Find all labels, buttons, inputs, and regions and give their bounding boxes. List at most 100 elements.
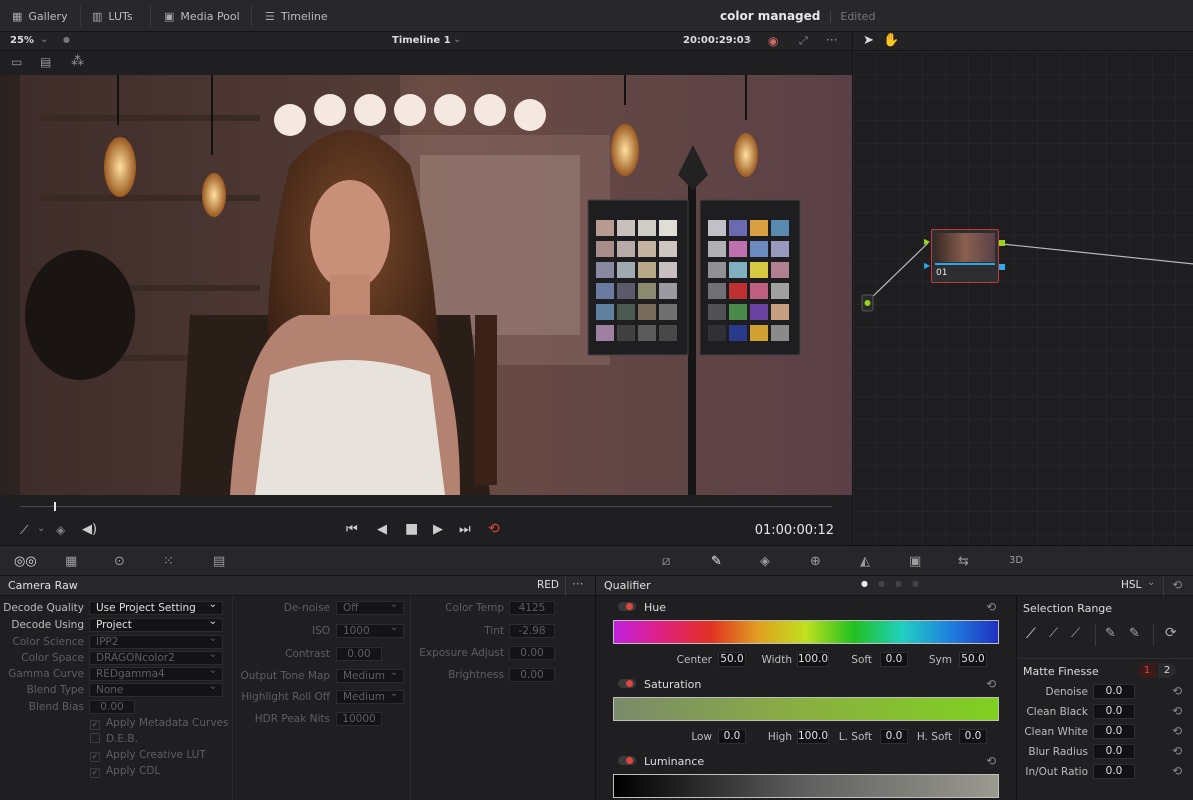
denoise-matte-field[interactable]: 0.0 [1093, 684, 1135, 699]
timeline-button[interactable]: ☰ Timeline [265, 0, 328, 32]
camera-raw-icon[interactable]: ◎◎ [14, 554, 37, 569]
picker-icon[interactable]: ⟋ [1026, 626, 1036, 642]
color-temp-field[interactable]: 4125 [509, 601, 555, 615]
luminance-bar[interactable] [613, 774, 999, 798]
stop-icon[interactable]: ■ [405, 521, 418, 537]
color-node-01[interactable]: 01 [931, 229, 999, 283]
playhead[interactable] [54, 502, 56, 511]
tint-field[interactable]: -2.98 [509, 624, 555, 638]
window-icon[interactable]: ◈ [760, 554, 770, 569]
split-viewer-icon[interactable]: ▤ [40, 55, 51, 69]
apply-metadata-curves-checkbox[interactable]: ✓ Apply Metadata Curves [90, 717, 229, 730]
saturation-bar[interactable] [613, 697, 999, 721]
gamma-curve-dropdown[interactable]: REDgamma4 [89, 665, 223, 681]
decode-using-dropdown[interactable]: Project [89, 616, 223, 632]
page-dot[interactable]: ● [878, 579, 885, 588]
more-options-icon[interactable]: ··· [572, 577, 583, 591]
pointer-icon[interactable]: ➤ [863, 33, 874, 48]
3d-icon[interactable]: 3D [1009, 555, 1023, 566]
skip-to-start-icon[interactable]: ⏮ [346, 522, 358, 537]
qualifier-mode-dropdown[interactable]: HSL [1121, 579, 1141, 591]
loop-icon[interactable]: ⟲ [488, 521, 500, 537]
video-viewer[interactable] [0, 75, 852, 495]
deb-checkbox[interactable]: D.E.B. [90, 733, 138, 745]
layers-icon[interactable]: ◈ [56, 523, 65, 537]
saturation-lsoft-field[interactable]: 0.0 [880, 729, 908, 744]
hdr-peak-nits-field[interactable]: 10000 [336, 712, 382, 726]
scrubber-track[interactable] [20, 506, 832, 507]
key-icon[interactable]: ▣ [909, 554, 921, 569]
clean-black-field[interactable]: 0.0 [1093, 704, 1135, 719]
hue-sym-field[interactable]: 50.0 [959, 652, 987, 667]
feather-plus-icon[interactable]: ✎ [1129, 626, 1140, 641]
hand-icon[interactable]: ✋ [883, 33, 899, 48]
reset-icon[interactable]: ⟲ [986, 754, 996, 768]
node-input-key[interactable]: ▶ [924, 261, 930, 270]
decode-quality-dropdown[interactable]: Use Project Setting [89, 599, 223, 615]
scrubber-bar[interactable] [0, 495, 852, 517]
luts-button[interactable]: ▥ LUTs [92, 0, 133, 32]
hue-width-field[interactable]: 100.0 [797, 652, 829, 667]
reset-icon[interactable]: ⟲ [1172, 764, 1182, 778]
tracker-icon[interactable]: ⊕ [810, 554, 821, 569]
denoise-dropdown[interactable]: Off [336, 599, 404, 615]
chevron-down-icon[interactable]: ⌄ [745, 34, 753, 45]
chevron-down-icon[interactable]: ⌄ [453, 34, 461, 45]
reset-icon[interactable]: ⟲ [1172, 704, 1182, 718]
motion-effects-icon[interactable]: ▤ [213, 554, 225, 569]
curves-icon[interactable]: ⧄ [662, 554, 670, 569]
page-dot[interactable]: ● [895, 579, 902, 588]
apply-cdl-checkbox[interactable]: ✓ Apply CDL [90, 765, 160, 778]
magic-wand-icon[interactable]: ⁂ [71, 54, 84, 69]
feather-minus-icon[interactable]: ✎ [1105, 626, 1116, 641]
reset-icon[interactable]: ⟲ [1172, 684, 1182, 698]
page-dot[interactable]: ● [912, 579, 919, 588]
node-output-key[interactable] [999, 264, 1005, 270]
reset-icon[interactable]: ⟲ [1172, 744, 1182, 758]
chevron-down-icon[interactable]: ⌄ [1147, 577, 1155, 588]
matte-tab-2[interactable]: 2 [1158, 663, 1176, 678]
node-editor[interactable]: 01 ▶ ▶ [852, 51, 1193, 545]
timeline-selector[interactable]: Timeline 1 [392, 35, 451, 46]
page-dot-active[interactable]: ● [861, 579, 868, 588]
play-icon[interactable]: ▶ [433, 522, 443, 537]
hue-center-field[interactable]: 50.0 [718, 652, 746, 667]
color-space-dropdown[interactable]: DRAGONcolor2 [89, 649, 223, 665]
invert-icon[interactable]: ⟳ [1165, 625, 1177, 641]
skip-to-end-icon[interactable]: ⏭ [459, 522, 471, 537]
chevron-down-icon[interactable]: ⌄ [37, 523, 45, 534]
in-out-ratio-field[interactable]: 0.0 [1093, 764, 1135, 779]
color-science-dropdown[interactable]: IPP2 [89, 633, 223, 649]
brightness-field[interactable]: 0.00 [509, 668, 555, 682]
reset-icon[interactable]: ⟲ [1172, 724, 1182, 738]
rgb-mixer-icon[interactable]: ⁙ [163, 554, 174, 569]
fullscreen-icon[interactable]: ⤢ [799, 34, 808, 48]
reset-icon[interactable]: ⟲ [1172, 578, 1182, 592]
node-input-rgb[interactable]: ▶ [924, 237, 930, 246]
eyedropper-icon[interactable]: ⟋ [20, 523, 28, 538]
color-wheel-icon[interactable]: ◉ [768, 34, 778, 48]
step-back-icon[interactable]: ◀ [377, 522, 387, 537]
clean-white-field[interactable]: 0.0 [1093, 724, 1135, 739]
matte-tab-1[interactable]: 1 [1138, 663, 1156, 678]
sizing-icon[interactable]: ⇆ [958, 554, 969, 569]
picker-minus-icon[interactable]: ⟋ [1049, 626, 1058, 641]
saturation-low-field[interactable]: 0.0 [718, 729, 746, 744]
exposure-adjust-field[interactable]: 0.00 [509, 646, 555, 660]
saturation-toggle[interactable] [618, 679, 636, 688]
qualifier-icon[interactable]: ✎ [711, 554, 722, 569]
reset-icon[interactable]: ⟲ [986, 600, 996, 614]
hue-bar[interactable] [613, 620, 999, 644]
output-tone-map-dropdown[interactable]: Medium [336, 667, 404, 683]
speaker-icon[interactable]: ◀) [82, 522, 97, 537]
reset-icon[interactable]: ⟲ [986, 677, 996, 691]
iso-dropdown[interactable]: 1000 [336, 622, 404, 638]
blur-radius-field[interactable]: 0.0 [1093, 744, 1135, 759]
apply-creative-lut-checkbox[interactable]: ✓ Apply Creative LUT [90, 749, 206, 762]
highlight-roll-off-dropdown[interactable]: Medium [336, 688, 404, 704]
node-output-rgb[interactable] [999, 240, 1005, 246]
color-match-icon[interactable]: ▦ [65, 554, 77, 569]
gallery-button[interactable]: ▦ Gallery [12, 0, 68, 32]
saturation-hsoft-field[interactable]: 0.0 [959, 729, 987, 744]
picker-plus-icon[interactable]: ⟋ [1071, 626, 1080, 641]
